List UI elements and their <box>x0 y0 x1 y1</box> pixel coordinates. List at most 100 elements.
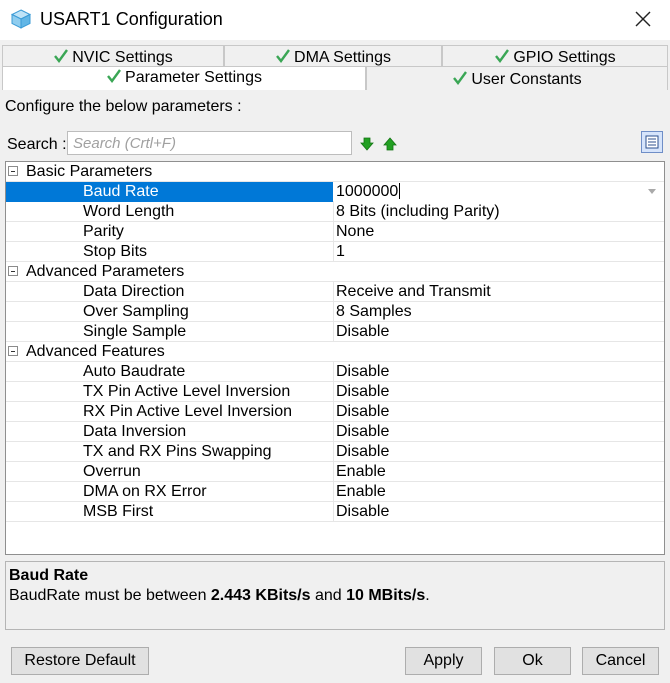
tab-row-top: NVIC Settings DMA Settings GPIO Settings <box>2 45 668 66</box>
text-caret <box>399 183 401 199</box>
tab-label: User Constants <box>471 71 582 88</box>
list-view-toggle-icon[interactable] <box>641 131 663 153</box>
param-row-over-sampling[interactable]: Over Sampling 8 Samples <box>6 302 664 322</box>
tab-nvic-settings[interactable]: NVIC Settings <box>2 45 224 66</box>
search-next-arrow-icon[interactable] <box>360 137 374 151</box>
description-panel: Baud Rate BaudRate must be between 2.443… <box>5 561 665 630</box>
column-divider <box>333 242 334 262</box>
group-basic-parameters[interactable]: Basic Parameters <box>6 162 664 182</box>
apply-button[interactable]: Apply <box>405 647 482 675</box>
close-icon[interactable] <box>630 6 656 32</box>
checkmark-icon <box>495 49 510 63</box>
param-name: RX Pin Active Level Inversion <box>83 403 292 420</box>
param-row-stop-bits[interactable]: Stop Bits 1 <box>6 242 664 262</box>
column-divider <box>333 222 334 242</box>
param-row-baud-rate[interactable]: Baud Rate 1000000 <box>6 182 664 202</box>
column-divider <box>333 402 334 422</box>
param-row-msb-first[interactable]: MSB First Disable <box>6 502 664 522</box>
restore-default-button[interactable]: Restore Default <box>11 647 149 675</box>
search-label: Search : <box>7 136 67 153</box>
param-value[interactable]: Disable <box>336 423 389 441</box>
ok-button[interactable]: Ok <box>494 647 571 675</box>
param-value[interactable]: Disable <box>336 443 389 461</box>
param-name: Single Sample <box>83 323 187 340</box>
column-divider <box>333 442 334 462</box>
column-divider <box>333 302 334 322</box>
description-title: Baud Rate <box>9 567 89 584</box>
param-row-data-inversion[interactable]: Data Inversion Disable <box>6 422 664 442</box>
description-max-value: 10 MBits/s <box>346 587 426 604</box>
param-row-overrun[interactable]: Overrun Enable <box>6 462 664 482</box>
collapse-toggle-icon[interactable] <box>8 166 18 176</box>
cancel-button[interactable]: Cancel <box>582 647 659 675</box>
group-advanced-parameters[interactable]: Advanced Parameters <box>6 262 664 282</box>
param-value[interactable]: 1 <box>336 243 345 261</box>
column-divider <box>333 382 334 402</box>
param-value[interactable]: Enable <box>336 483 386 501</box>
param-row-rx-pin-inversion[interactable]: RX Pin Active Level Inversion Disable <box>6 402 664 422</box>
search-previous-arrow-icon[interactable] <box>383 137 397 151</box>
window-title: USART1 Configuration <box>40 9 223 29</box>
column-divider <box>333 322 334 342</box>
chevron-down-icon[interactable] <box>647 187 657 195</box>
description-text: BaudRate must be between 2.443 KBits/s a… <box>9 587 430 605</box>
tab-parameter-settings[interactable]: Parameter Settings <box>2 66 366 90</box>
parameter-grid: Basic Parameters Baud Rate 1000000 Word … <box>5 161 665 555</box>
param-value[interactable]: 8 Samples <box>336 303 412 321</box>
param-value[interactable]: Disable <box>336 403 389 421</box>
column-divider <box>333 482 334 502</box>
param-value[interactable]: Receive and Transmit <box>336 283 491 301</box>
instructions-text: Configure the below parameters : <box>5 98 242 115</box>
title-bar: USART1 Configuration <box>0 0 670 40</box>
column-divider <box>333 422 334 442</box>
tab-user-constants[interactable]: User Constants <box>366 66 668 90</box>
param-value[interactable]: Disable <box>336 363 389 381</box>
collapse-toggle-icon[interactable] <box>8 266 18 276</box>
param-row-dma-on-rx-error[interactable]: DMA on RX Error Enable <box>6 482 664 502</box>
group-advanced-features[interactable]: Advanced Features <box>6 342 664 362</box>
column-divider <box>333 462 334 482</box>
param-value[interactable]: Disable <box>336 323 389 341</box>
param-value[interactable]: None <box>336 223 374 241</box>
selection-highlight <box>6 182 333 202</box>
tab-gpio-settings[interactable]: GPIO Settings <box>442 45 668 66</box>
param-name: TX Pin Active Level Inversion <box>83 383 291 400</box>
collapse-toggle-icon[interactable] <box>8 346 18 356</box>
param-row-parity[interactable]: Parity None <box>6 222 664 242</box>
param-row-word-length[interactable]: Word Length 8 Bits (including Parity) <box>6 202 664 222</box>
param-name: Stop Bits <box>83 243 148 260</box>
param-row-tx-pin-inversion[interactable]: TX Pin Active Level Inversion Disable <box>6 382 664 402</box>
checkmark-icon <box>54 49 69 63</box>
tab-label: DMA Settings <box>294 49 391 66</box>
param-value[interactable]: Disable <box>336 383 389 401</box>
param-name: Word Length <box>83 203 175 220</box>
param-row-pins-swapping[interactable]: TX and RX Pins Swapping Disable <box>6 442 664 462</box>
search-input[interactable] <box>67 131 352 155</box>
column-divider <box>333 282 334 302</box>
param-value[interactable]: Enable <box>336 463 386 481</box>
column-divider <box>333 362 334 382</box>
param-row-data-direction[interactable]: Data Direction Receive and Transmit <box>6 282 664 302</box>
param-name: DMA on RX Error <box>83 483 207 500</box>
param-name: Baud Rate <box>83 183 159 200</box>
param-name: TX and RX Pins Swapping <box>83 443 272 460</box>
param-row-single-sample[interactable]: Single Sample Disable <box>6 322 664 342</box>
param-name: Over Sampling <box>83 303 189 320</box>
param-name: Data Inversion <box>83 423 187 440</box>
tab-dma-settings[interactable]: DMA Settings <box>224 45 442 66</box>
tab-label: GPIO Settings <box>513 49 616 66</box>
tab-row-bottom: Parameter Settings User Constants <box>2 66 668 90</box>
param-row-auto-baudrate[interactable]: Auto Baudrate Disable <box>6 362 664 382</box>
description-middle: and <box>310 587 347 604</box>
param-name: Parity <box>83 223 124 240</box>
tab-label: Parameter Settings <box>125 69 262 86</box>
description-min-value: 2.443 KBits/s <box>210 587 311 604</box>
checkmark-icon <box>107 69 121 83</box>
param-name: Auto Baudrate <box>83 363 186 380</box>
description-prefix: BaudRate must be between <box>9 587 211 604</box>
param-value[interactable]: 8 Bits (including Parity) <box>336 203 500 221</box>
checkmark-icon <box>453 71 468 85</box>
param-value[interactable]: Disable <box>336 503 389 521</box>
baud-rate-input[interactable]: 1000000 <box>336 183 401 201</box>
column-divider <box>333 202 334 222</box>
